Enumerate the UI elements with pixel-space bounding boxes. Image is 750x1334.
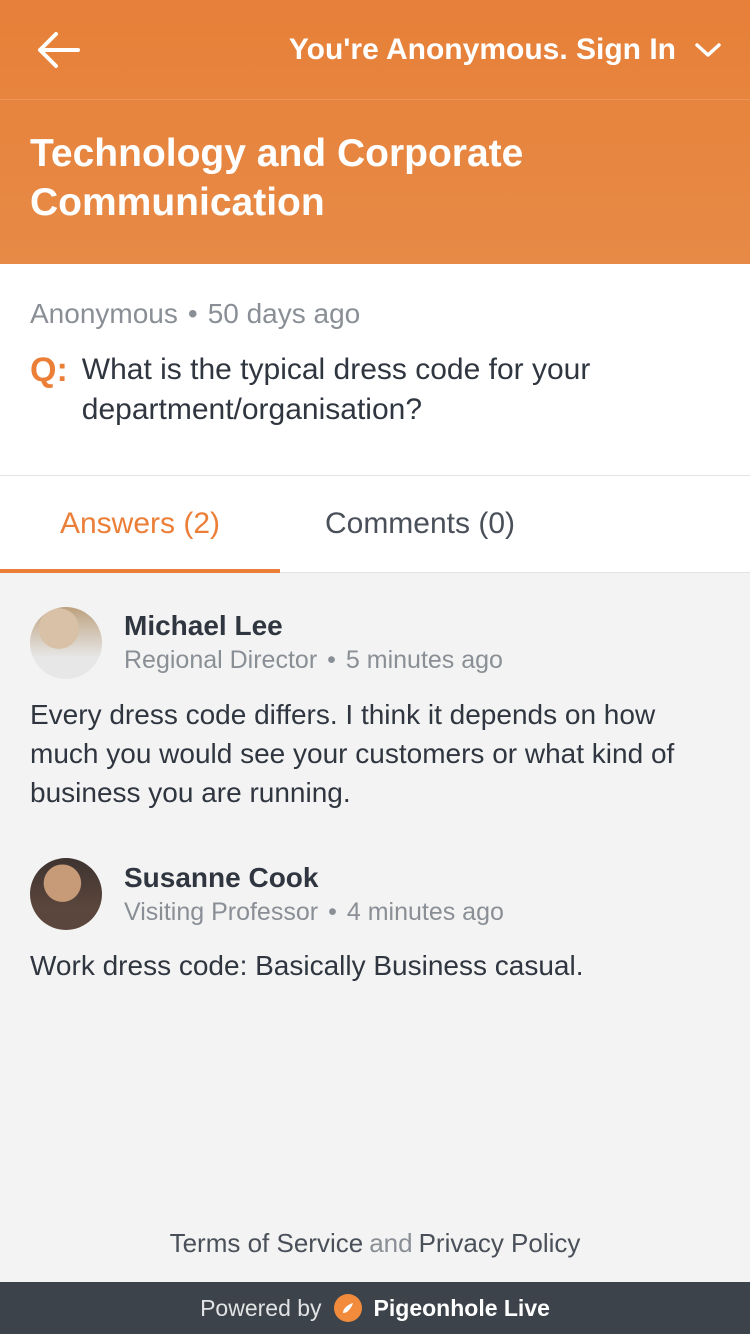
chevron-down-icon xyxy=(694,41,722,59)
answer-author-meta: Visiting Professor•4 minutes ago xyxy=(124,898,504,927)
tab-answers[interactable]: Answers (2) xyxy=(0,476,280,572)
brand-name: Pigeonhole Live xyxy=(374,1295,550,1322)
answer-body: Every dress code differs. I think it dep… xyxy=(30,695,720,813)
tabs: Answers (2) Comments (0) xyxy=(0,476,750,573)
signin-text: You're Anonymous. Sign In xyxy=(289,33,676,67)
and-text: and xyxy=(369,1228,412,1259)
brand-logo-icon xyxy=(334,1294,362,1322)
legal-links: Terms of Service and Privacy Policy xyxy=(0,1204,750,1282)
privacy-link[interactable]: Privacy Policy xyxy=(419,1228,581,1259)
avatar xyxy=(30,607,102,679)
answer-author-role: Regional Director xyxy=(124,646,317,674)
tab-comments[interactable]: Comments (0) xyxy=(280,476,560,572)
back-button[interactable] xyxy=(28,20,88,80)
question-prefix: Q: xyxy=(30,350,68,431)
arrow-left-icon xyxy=(34,30,82,70)
signin-link[interactable]: You're Anonymous. Sign In xyxy=(88,33,722,67)
footer: Terms of Service and Privacy Policy Powe… xyxy=(0,1204,750,1334)
answer-time: 5 minutes ago xyxy=(346,646,503,674)
answer-author-name: Michael Lee xyxy=(124,610,503,642)
powered-by[interactable]: Powered by Pigeonhole Live xyxy=(0,1282,750,1334)
answer-item: Susanne Cook Visiting Professor•4 minute… xyxy=(30,858,720,985)
answer-time: 4 minutes ago xyxy=(347,898,504,926)
question-author: Anonymous xyxy=(30,298,178,329)
header: You're Anonymous. Sign In Technology and… xyxy=(0,0,750,264)
avatar xyxy=(30,858,102,930)
answer-author-role: Visiting Professor xyxy=(124,898,318,926)
answer-item: Michael Lee Regional Director•5 minutes … xyxy=(30,607,720,813)
answer-author-meta: Regional Director•5 minutes ago xyxy=(124,646,503,675)
answer-author-name: Susanne Cook xyxy=(124,862,504,894)
tab-answers-label: Answers (2) xyxy=(60,507,220,541)
tab-comments-label: Comments (0) xyxy=(325,507,515,541)
question-time: 50 days ago xyxy=(208,298,361,329)
question-card: Anonymous•50 days ago Q: What is the typ… xyxy=(0,264,750,476)
question-meta: Anonymous•50 days ago xyxy=(30,298,720,330)
answer-body: Work dress code: Basically Business casu… xyxy=(30,946,720,985)
page-title: Technology and Corporate Communication xyxy=(0,100,750,264)
powered-by-label: Powered by xyxy=(200,1295,321,1322)
terms-link[interactable]: Terms of Service xyxy=(170,1228,364,1259)
question-text: What is the typical dress code for your … xyxy=(82,350,720,431)
